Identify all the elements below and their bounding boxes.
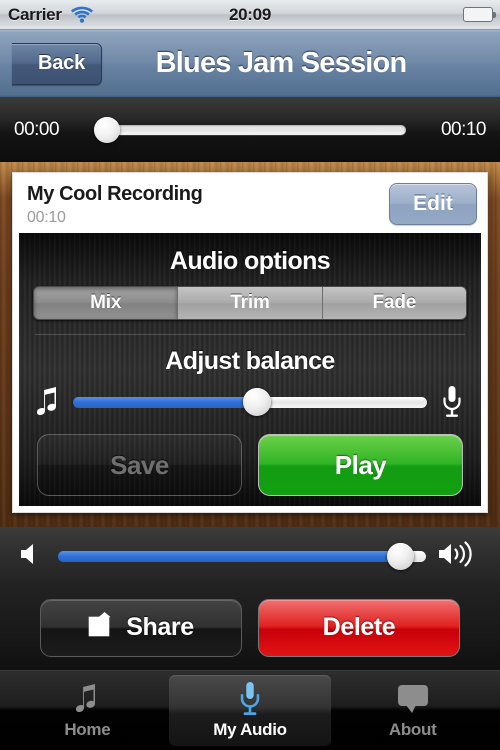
balance-slider[interactable] <box>73 387 427 417</box>
volume-thumb[interactable] <box>386 542 414 570</box>
edit-button[interactable]: Edit <box>389 183 477 225</box>
tab-home[interactable]: Home <box>6 675 169 746</box>
scrubber-slider[interactable] <box>94 117 406 143</box>
segment-trim[interactable]: Trim <box>178 287 323 320</box>
status-bar: Carrier 20:09 <box>0 0 500 30</box>
speaker-mute-icon <box>20 542 46 571</box>
panel-action-row: Save Play <box>33 434 467 496</box>
microphone-icon <box>437 386 467 418</box>
segment-mix[interactable]: Mix <box>34 287 179 320</box>
adjust-balance-heading: Adjust balance <box>165 347 335 375</box>
back-button[interactable]: Back <box>12 42 103 85</box>
scrubber-track <box>94 125 406 135</box>
recording-card: My Cool Recording 00:10 Edit Audio optio… <box>12 172 488 513</box>
page-title: Blues Jam Session <box>155 47 408 79</box>
app-screen: Carrier 20:09 Back Blues Jam Session 00:… <box>0 0 500 750</box>
edit-button-label: Edit <box>413 192 453 215</box>
audio-options-segmented-control[interactable]: Mix Trim Fade <box>33 286 467 321</box>
recording-card-header: My Cool Recording 00:10 Edit <box>19 179 481 233</box>
share-delete-bar: Share Delete <box>0 585 500 670</box>
balance-remainder <box>257 396 427 408</box>
music-note-icon <box>33 387 63 417</box>
tab-bar: Home My Audio About <box>0 670 500 750</box>
balance-thumb[interactable] <box>243 388 272 416</box>
recording-duration: 00:10 <box>27 209 66 226</box>
tab-my-audio-label: My Audio <box>213 719 287 739</box>
speech-bubble-icon <box>396 682 430 716</box>
playback-scrubber-bar: 00:00 00:10 <box>0 98 500 162</box>
segment-trim-label: Trim <box>230 292 270 314</box>
duration-time-label: 00:10 <box>440 119 487 140</box>
segment-fade-label: Fade <box>372 292 417 314</box>
delete-button-label: Delete <box>322 613 396 641</box>
volume-fill <box>58 550 401 562</box>
tab-home-label: Home <box>64 719 111 739</box>
clock-label: 20:09 <box>229 4 271 24</box>
audio-options-panel: Audio options Mix Trim Fade Adjust balan… <box>19 233 481 506</box>
tab-about[interactable]: About <box>331 675 494 746</box>
volume-track <box>58 550 426 562</box>
balance-fill <box>73 396 258 408</box>
battery-icon <box>463 7 496 22</box>
navigation-bar: Back Blues Jam Session <box>0 30 500 98</box>
speaker-loud-icon <box>438 540 480 572</box>
panel-divider <box>35 334 465 335</box>
tab-about-label: About <box>388 719 437 739</box>
microphone-icon <box>238 681 262 716</box>
save-button[interactable]: Save <box>37 434 242 496</box>
save-button-label: Save <box>110 449 169 480</box>
recording-title: My Cool Recording <box>27 183 203 205</box>
play-button[interactable]: Play <box>258 434 463 496</box>
volume-bar <box>0 527 500 585</box>
balance-slider-row <box>33 386 467 418</box>
delete-button[interactable]: Delete <box>258 598 460 657</box>
share-export-icon <box>88 611 116 644</box>
back-button-label: Back <box>38 52 86 74</box>
share-button-label: Share <box>126 613 194 641</box>
audio-options-heading: Audio options <box>169 247 331 275</box>
music-note-icon <box>71 682 103 716</box>
play-button-label: Play <box>334 449 387 480</box>
share-button[interactable]: Share <box>40 598 242 657</box>
scrubber-thumb[interactable] <box>94 117 120 143</box>
volume-slider[interactable] <box>58 542 426 570</box>
elapsed-time-label: 00:00 <box>14 119 60 140</box>
wood-background: My Cool Recording 00:10 Edit Audio optio… <box>0 162 500 527</box>
tab-my-audio[interactable]: My Audio <box>168 675 332 746</box>
segment-mix-label: Mix <box>90 292 122 314</box>
segment-fade[interactable]: Fade <box>322 287 466 320</box>
